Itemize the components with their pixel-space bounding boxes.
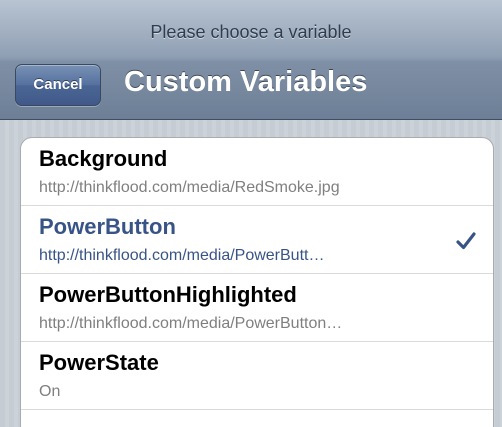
variable-name: Background: [39, 146, 168, 171]
variable-name: PowerButtonHighlighted: [39, 282, 297, 307]
page-title: Custom Variables: [124, 66, 368, 98]
variable-value: http://thinkflood.com/media/RedSmoke.jpg: [39, 179, 340, 196]
variable-value: http://thinkflood.com/media/PowerButton…: [39, 315, 343, 332]
variable-name: PowerButton: [39, 214, 176, 239]
screen: Please choose a variable Cancel Custom V…: [0, 0, 502, 427]
navigation-bar: Please choose a variable Cancel Custom V…: [0, 0, 502, 120]
variable-row-powerbuttonhighlighted[interactable]: PowerButtonHighlighted http://thinkflood…: [21, 274, 493, 342]
cancel-button[interactable]: Cancel: [15, 64, 101, 106]
variable-row-powerbutton[interactable]: PowerButton http://thinkflood.com/media/…: [21, 206, 493, 274]
prompt-text: Please choose a variable: [150, 22, 352, 42]
variable-value: On: [39, 383, 61, 400]
variable-row-powerstate[interactable]: PowerState On: [21, 342, 493, 410]
checkmark-icon: [456, 232, 476, 250]
variable-name: PowerState: [39, 350, 159, 375]
variable-row-background[interactable]: Background http://thinkflood.com/media/R…: [21, 138, 493, 206]
variables-table: Background http://thinkflood.com/media/R…: [20, 137, 494, 427]
variable-value: http://thinkflood.com/media/PowerButt…: [39, 247, 325, 264]
